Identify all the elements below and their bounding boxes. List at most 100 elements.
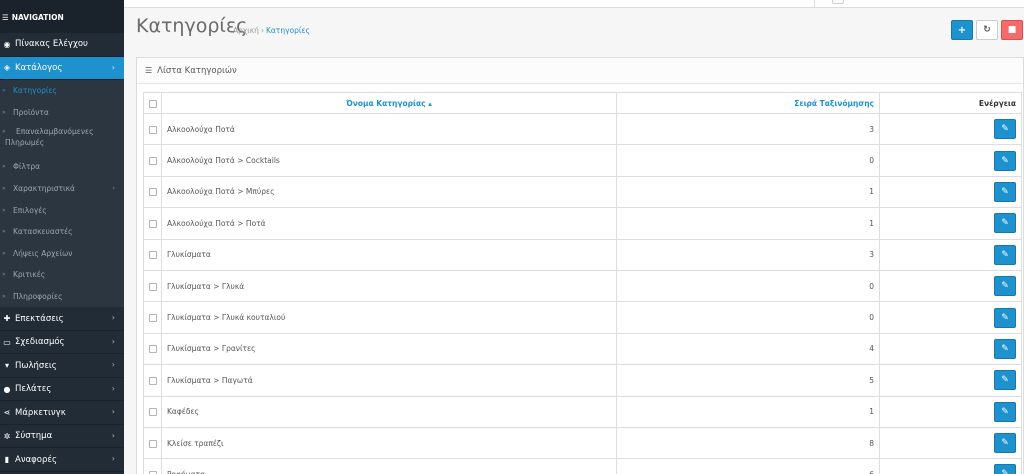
sort-by-name-link[interactable]: Όνομα Κατηγορίας ▴ xyxy=(346,99,432,108)
rebuild-button[interactable]: ↻ xyxy=(976,20,998,40)
page-title: Κατηγορίες xyxy=(136,15,248,37)
sidebar-item-marketing[interactable]: ⋖ Μάρκετινγκ › xyxy=(0,401,124,425)
pencil-icon: ✎ xyxy=(1001,406,1009,417)
sort-order-cell: 6 xyxy=(616,458,880,474)
sort-by-order-link[interactable]: Σειρά Ταξινόμησης xyxy=(794,99,874,108)
sidebar-subitem-recurring[interactable]: » Επαναλαμβανόμενες Πληρωμές xyxy=(0,123,124,156)
double-chevron-icon: » xyxy=(2,293,6,301)
sidebar-subitem-label: Πληροφορίες xyxy=(13,292,63,302)
row-select-cell xyxy=(143,426,162,460)
sidebar-item-label: Κατάλογος xyxy=(15,62,63,73)
plus-icon: + xyxy=(957,24,967,36)
column-header-sort-order[interactable]: Σειρά Ταξινόμησης xyxy=(616,92,880,114)
sidebar-subitem-filters[interactable]: » Φίλτρα xyxy=(0,156,124,178)
add-button[interactable]: + xyxy=(951,20,973,40)
column-header-name[interactable]: Όνομα Κατηγορίας ▴ xyxy=(161,92,617,114)
category-table: Όνομα Κατηγορίας ▴ Σειρά Ταξινόμησης Ενέ… xyxy=(143,92,1022,474)
sidebar-item-extensions[interactable]: ✚ Επεκτάσεις › xyxy=(0,307,124,331)
edit-button[interactable]: ✎ xyxy=(994,244,1016,265)
sidebar-subitem-options[interactable]: » Επιλογές xyxy=(0,199,124,221)
monitor-icon: ▭ xyxy=(3,337,11,347)
edit-button[interactable]: ✎ xyxy=(994,213,1016,234)
sidebar-item-label: Πελάτες xyxy=(15,384,52,395)
select-all-checkbox[interactable] xyxy=(148,99,157,108)
row-checkbox[interactable] xyxy=(148,439,157,448)
sort-order-cell: 3 xyxy=(616,112,880,146)
breadcrumb-home[interactable]: Αρχική xyxy=(233,26,259,35)
edit-button[interactable]: ✎ xyxy=(994,433,1016,454)
action-cell: ✎ xyxy=(879,458,1022,474)
sidebar-item-reports[interactable]: ▮ Αναφορές › xyxy=(0,448,124,472)
chevron-right-icon: › xyxy=(111,62,115,72)
table-row: Αλκοολούχα Ποτά > Μπύρες 1 ✎ xyxy=(143,175,1022,209)
row-checkbox[interactable] xyxy=(148,251,157,260)
row-select-cell xyxy=(143,301,162,334)
edit-button[interactable]: ✎ xyxy=(994,464,1016,474)
table-row: Γλυκίσματα > Παγωτά 5 ✎ xyxy=(143,364,1022,397)
sidebar-subitem-reviews[interactable]: » Κριτικές xyxy=(0,264,124,286)
row-checkbox[interactable] xyxy=(148,282,157,291)
edit-button[interactable]: ✎ xyxy=(994,150,1016,171)
table-row: Αλκοολούχα Ποτά 3 ✎ xyxy=(143,112,1022,146)
action-cell: ✎ xyxy=(879,238,1022,271)
edit-button[interactable]: ✎ xyxy=(994,338,1016,359)
share-icon: ⋖ xyxy=(3,408,11,418)
category-name-cell: Γλυκίσματα > Παγωτά xyxy=(161,364,617,397)
sidebar-subitem-products[interactable]: » Προϊόντα xyxy=(0,102,124,124)
sidebar-subitem-attributes[interactable]: » Χαρακτηριστικά › xyxy=(0,178,124,200)
row-checkbox[interactable] xyxy=(148,345,157,354)
sidebar-item-catalog[interactable]: ◈ Κατάλογος › xyxy=(0,56,124,80)
user-dropdown-edge[interactable] xyxy=(832,0,844,4)
breadcrumb-current[interactable]: Κατηγορίες xyxy=(266,26,310,35)
breadcrumb: Αρχική › Κατηγορίες xyxy=(233,26,310,35)
sidebar-item-sales[interactable]: ▾ Πωλήσεις › xyxy=(0,354,124,378)
double-chevron-icon: » xyxy=(2,228,6,236)
row-checkbox[interactable] xyxy=(148,125,157,134)
category-name-cell: Αλκοολούχα Ποτά > Cocktails xyxy=(161,144,617,177)
edit-button[interactable]: ✎ xyxy=(994,181,1016,202)
edit-button[interactable]: ✎ xyxy=(994,276,1016,297)
sidebar-subitem-label: Επιλογές xyxy=(13,205,47,215)
tag-icon: ◈ xyxy=(3,63,11,73)
sidebar-item-label: Μάρκετινγκ xyxy=(15,407,66,418)
sidebar-item-system[interactable]: ✲ Σύστημα › xyxy=(0,425,124,449)
menu-icon[interactable]: ☰ xyxy=(2,13,9,33)
edit-button[interactable]: ✎ xyxy=(994,370,1016,391)
table-row: Κλείσε τραπέζι 8 ✎ xyxy=(143,426,1022,460)
edit-button[interactable]: ✎ xyxy=(994,119,1016,140)
cart-icon: ▾ xyxy=(4,361,9,371)
pencil-icon: ✎ xyxy=(1001,469,1009,474)
cog-icon: ✲ xyxy=(3,431,11,441)
row-select-cell xyxy=(143,332,162,366)
sidebar-item-dashboard[interactable]: ◉ Πίνακας Ελέγχου xyxy=(0,33,124,57)
category-name-cell: Κλείσε τραπέζι xyxy=(161,426,617,460)
action-cell: ✎ xyxy=(879,144,1022,177)
delete-button[interactable]: ■ xyxy=(1001,20,1023,40)
table-row: Αλκοολούχα Ποτά > Ποτά 1 ✎ xyxy=(143,207,1022,240)
action-cell: ✎ xyxy=(879,426,1022,460)
bar-chart-icon: ▮ xyxy=(4,455,10,465)
sidebar-subitem-categories[interactable]: » Κατηγορίες xyxy=(0,80,124,102)
row-select-cell xyxy=(143,207,162,240)
row-checkbox[interactable] xyxy=(148,157,157,166)
double-chevron-icon: » xyxy=(2,108,6,116)
sidebar-item-design[interactable]: ▭ Σχεδιασμός › xyxy=(0,331,124,355)
category-name-cell: Καφέδες xyxy=(161,395,617,428)
row-checkbox[interactable] xyxy=(148,408,157,417)
sidebar-subitem-downloads[interactable]: » Λήψεις Αρχείων xyxy=(0,243,124,265)
action-cell: ✎ xyxy=(879,395,1022,428)
catalog-submenu: » Κατηγορίες» Προϊόντα» Επαναλαμβανόμενες Π… xyxy=(0,80,124,308)
action-cell: ✎ xyxy=(879,332,1022,366)
row-checkbox[interactable] xyxy=(148,219,157,228)
sidebar-item-customers[interactable]: ● Πελάτες › xyxy=(0,378,124,402)
row-checkbox[interactable] xyxy=(148,188,157,197)
sidebar-subitem-information[interactable]: » Πληροφορίες xyxy=(0,286,124,308)
edit-button[interactable]: ✎ xyxy=(994,307,1016,328)
table-row: Ροφήματα6 ✎ xyxy=(143,458,1022,474)
row-checkbox[interactable] xyxy=(148,314,157,323)
row-checkbox[interactable] xyxy=(148,376,157,385)
pencil-icon: ✎ xyxy=(1001,124,1009,135)
sidebar-subitem-manufacturers[interactable]: » Κατασκευαστές xyxy=(0,221,124,243)
pencil-icon: ✎ xyxy=(1001,281,1009,292)
edit-button[interactable]: ✎ xyxy=(994,401,1016,422)
